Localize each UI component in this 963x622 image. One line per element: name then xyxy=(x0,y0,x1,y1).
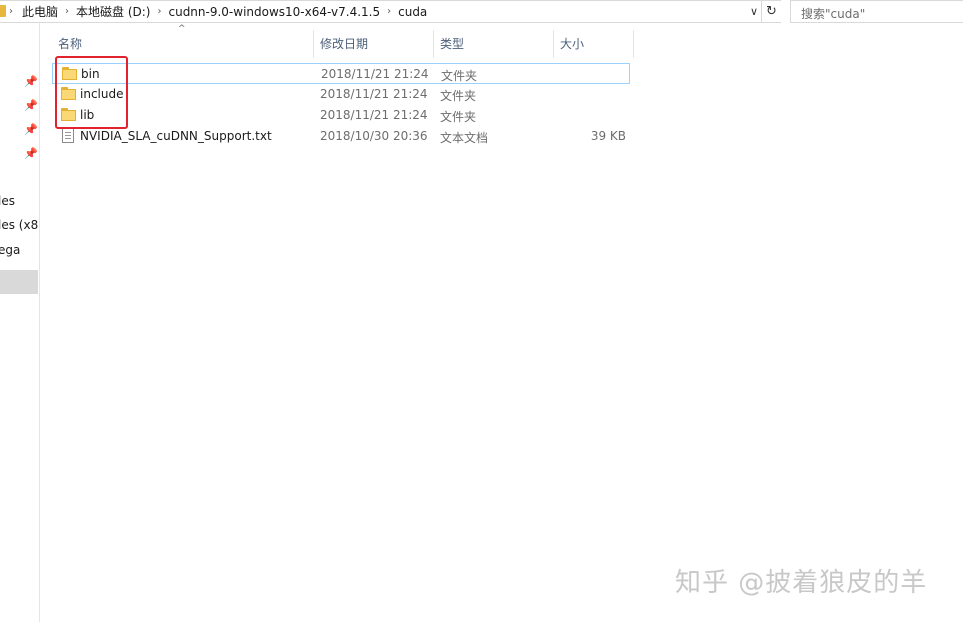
column-header-date[interactable]: 修改日期 xyxy=(314,30,434,58)
chevron-down-icon[interactable]: ∨ xyxy=(748,3,760,20)
nav-item-mega[interactable]: ega xyxy=(0,243,20,257)
nav-item-program-files-x86[interactable]: les (x86 xyxy=(0,218,39,232)
refresh-button[interactable]: ↻ xyxy=(762,0,781,23)
column-divider[interactable] xyxy=(633,30,634,58)
nav-item-selected[interactable] xyxy=(0,270,38,294)
file-type: 文本文档 xyxy=(440,131,489,145)
file-date: 2018/11/21 21:24 xyxy=(320,87,428,101)
navigation-pane[interactable]: 📌 📌 📌 📌 les les (x86 ega xyxy=(0,23,40,622)
file-name: NVIDIA_SLA_cuDNN_Support.txt xyxy=(80,129,272,143)
file-date: 2018/11/21 21:24 xyxy=(321,67,429,81)
breadcrumb: › 此电脑 › 本地磁盘 (D:) › cudnn-9.0-windows10-… xyxy=(0,1,427,22)
chevron-right-icon[interactable]: › xyxy=(0,6,22,17)
chevron-right-icon[interactable]: › xyxy=(58,6,76,17)
file-explorer-window: › 此电脑 › 本地磁盘 (D:) › cudnn-9.0-windows10-… xyxy=(0,0,963,622)
watermark: 知乎 @披着狼皮的羊 xyxy=(675,568,928,598)
pin-icon[interactable]: 📌 xyxy=(24,76,38,88)
column-header-size[interactable]: 大小 xyxy=(554,30,634,58)
search-placeholder: 搜索"cuda" xyxy=(801,7,866,21)
column-header-type[interactable]: 类型 xyxy=(434,30,554,58)
breadcrumb-drive-d[interactable]: 本地磁盘 (D:) xyxy=(76,3,150,20)
breadcrumb-cudnn-folder[interactable]: cudnn-9.0-windows10-x64-v7.4.1.5 xyxy=(168,5,380,19)
chevron-right-icon[interactable]: › xyxy=(380,6,398,17)
file-size: 39 KB xyxy=(590,129,626,143)
file-type: 文件夹 xyxy=(440,89,477,103)
file-date: 2018/11/21 21:24 xyxy=(320,108,428,122)
nav-item-program-files[interactable]: les xyxy=(0,194,15,208)
pin-icon[interactable]: 📌 xyxy=(24,124,38,136)
pin-icon[interactable]: 📌 xyxy=(24,148,38,160)
breadcrumb-cuda[interactable]: cuda xyxy=(398,5,427,19)
file-row-support-txt[interactable]: NVIDIA_SLA_cuDNN_Support.txt 2018/10/30 … xyxy=(52,126,630,147)
column-header-name[interactable]: 名称 xyxy=(52,30,314,58)
text-file-icon xyxy=(62,128,74,143)
pin-icon[interactable]: 📌 xyxy=(24,100,38,112)
search-input[interactable]: 搜索"cuda" xyxy=(790,0,963,23)
file-row-bin[interactable]: bin 2018/11/21 21:24 文件夹 xyxy=(52,63,630,84)
file-row-lib[interactable]: lib 2018/11/21 21:24 文件夹 xyxy=(52,105,630,126)
chevron-right-icon[interactable]: › xyxy=(150,6,168,17)
file-type: 文件夹 xyxy=(440,110,477,124)
file-type: 文件夹 xyxy=(441,69,478,83)
file-row-include[interactable]: include 2018/11/21 21:24 文件夹 xyxy=(52,84,630,105)
file-date: 2018/10/30 20:36 xyxy=(320,129,428,143)
address-bar[interactable]: › 此电脑 › 本地磁盘 (D:) › cudnn-9.0-windows10-… xyxy=(0,0,762,23)
breadcrumb-this-pc[interactable]: 此电脑 xyxy=(22,3,58,20)
red-highlight-box xyxy=(55,56,128,129)
